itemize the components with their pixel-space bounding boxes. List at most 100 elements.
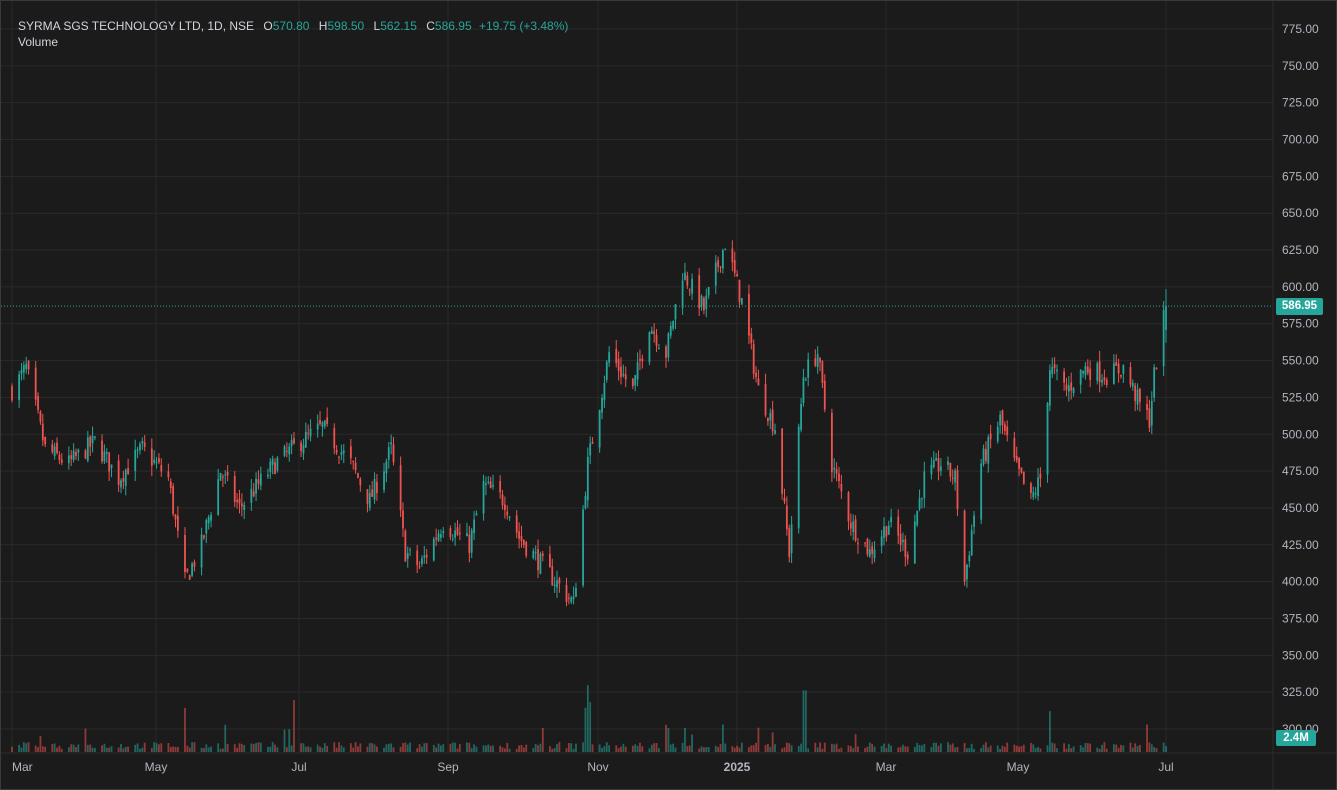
candle-body (788, 528, 791, 558)
volume-bar (169, 746, 172, 752)
candle-body (1039, 473, 1042, 479)
candle-body (939, 466, 942, 471)
candle-body (418, 566, 421, 568)
volume-bar (586, 685, 589, 752)
candle-body (267, 474, 269, 477)
candle-body (432, 538, 435, 561)
candle-body (833, 467, 836, 470)
volume-bar (748, 747, 750, 752)
x-tick-label: May (1007, 760, 1030, 774)
volume-bar (1101, 744, 1103, 752)
volume-bar (219, 748, 222, 752)
candle-body (458, 532, 461, 535)
candle-body (999, 414, 1002, 426)
candle-body (110, 464, 113, 468)
volume-bar (207, 747, 210, 752)
candle-body (1032, 492, 1035, 498)
volume-bar (970, 743, 973, 752)
volume-bar (221, 748, 224, 752)
volume-tag: 2.4M (1276, 730, 1316, 746)
volume-bar (489, 745, 492, 752)
candles (11, 240, 1167, 607)
candle-body (224, 474, 227, 476)
volume-bar (240, 743, 243, 752)
candle-body (274, 462, 276, 475)
candle-body (620, 366, 622, 378)
candle-body (551, 566, 554, 586)
candle-body (335, 450, 338, 453)
volume-bar (650, 744, 653, 752)
volume-bar (224, 724, 227, 752)
candle-body (409, 549, 411, 551)
candle-body (1115, 361, 1118, 366)
candle-body (1155, 367, 1158, 370)
volume-bar (404, 742, 407, 752)
volume-bar (243, 745, 246, 752)
volume-bar (482, 745, 485, 752)
candle-body (605, 361, 608, 380)
volume-bar (838, 748, 840, 752)
volume-bar (622, 743, 625, 752)
candle-body (136, 449, 139, 451)
candle-body (800, 403, 802, 430)
volume-bar (982, 744, 985, 752)
volume-bar (1015, 745, 1018, 752)
candle-body (921, 498, 923, 500)
candle-body (752, 344, 755, 374)
candle-body (518, 531, 520, 539)
candle-body (968, 555, 971, 562)
candle-body (764, 383, 767, 416)
volume-bar (421, 746, 423, 752)
candle-body (155, 462, 158, 464)
volume-bar (188, 747, 191, 752)
candle-body (755, 372, 757, 378)
candle-body (1079, 369, 1082, 385)
candle-body (482, 480, 485, 514)
volume-bar (136, 743, 139, 752)
candle-body (366, 489, 369, 504)
y-tick-label: 425.00 (1282, 538, 1319, 552)
volume-bar (904, 746, 907, 752)
candle-body (203, 535, 205, 538)
candle-body (399, 465, 402, 511)
volume-bar (357, 746, 359, 752)
candle-body (34, 367, 37, 400)
candle-body (857, 542, 859, 544)
candle-body (1139, 388, 1141, 403)
candle-body (617, 359, 620, 371)
candle-body (871, 546, 874, 555)
volume-bar (591, 744, 594, 752)
candle-body (655, 334, 658, 346)
candle-body (508, 516, 511, 518)
candle-body (342, 450, 345, 454)
candle-body (160, 465, 163, 472)
candle-body (537, 549, 539, 571)
volume-bar (1046, 745, 1049, 752)
candle-body (703, 297, 705, 311)
volume-bar (556, 743, 558, 752)
volume-bar (449, 743, 452, 752)
volume-bar (707, 747, 710, 752)
volume-bar (470, 748, 473, 752)
candle-body (797, 426, 800, 529)
candle-body (615, 348, 618, 364)
volume-bar (1039, 748, 1042, 752)
candle-body (487, 481, 490, 483)
candlestick-chart[interactable]: 775.00 750.00 725.00 700.00 675.00 650.00 625.… (1, 1, 1337, 790)
candle-body (404, 530, 407, 562)
volume-bar (750, 745, 753, 752)
volume-bar (830, 743, 833, 752)
volume-bar (800, 743, 802, 752)
volume-bar (565, 748, 568, 752)
volume-bar (255, 743, 257, 752)
y-tick-label: 475.00 (1282, 464, 1319, 478)
candle-body (285, 450, 288, 452)
volume-bar (868, 742, 871, 752)
volume-bar (698, 748, 701, 752)
volume-bar (532, 747, 535, 752)
volume-bar (816, 747, 819, 752)
volume-bar (72, 744, 75, 752)
volume-bar (916, 742, 919, 752)
volume-bar (771, 732, 774, 752)
candle-body (1015, 456, 1018, 461)
